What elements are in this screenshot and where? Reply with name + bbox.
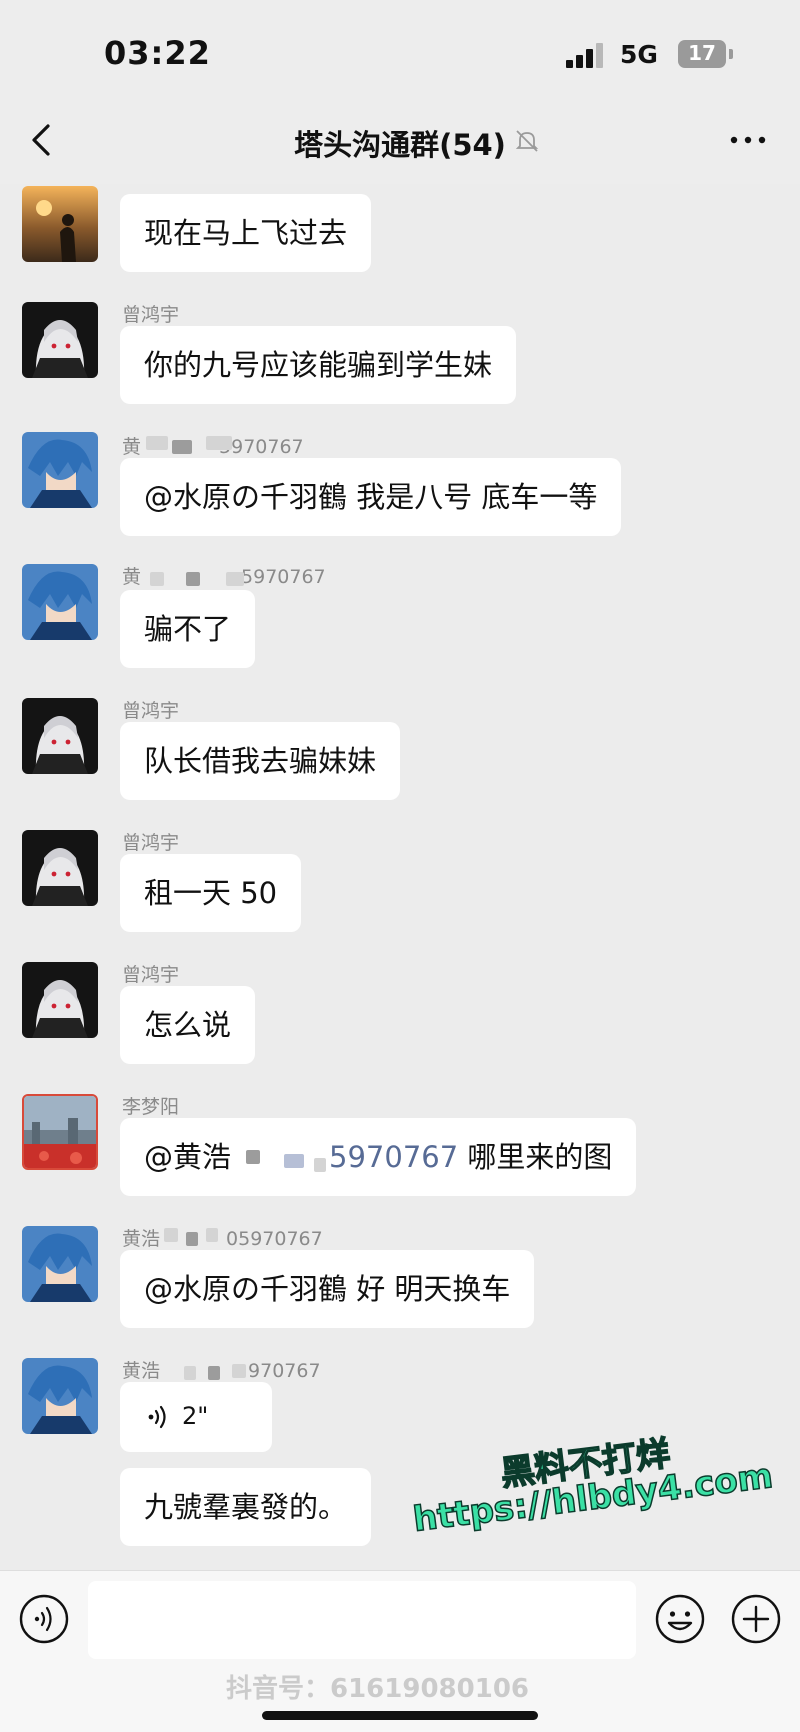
redaction-block xyxy=(208,1366,220,1380)
more-options-button[interactable] xyxy=(724,120,772,160)
redaction-block xyxy=(164,1228,178,1242)
network-type: 5G xyxy=(620,40,658,69)
redaction-block xyxy=(246,1150,260,1164)
avatar-anime-blue[interactable] xyxy=(22,1358,98,1434)
redaction-block xyxy=(284,1154,304,1168)
voice-mode-icon xyxy=(19,1594,69,1644)
watermark-tiktok: 抖音号：61619080106 xyxy=(226,1674,529,1704)
avatar-anime-blue[interactable] xyxy=(22,1226,98,1302)
avatar-anime-dark[interactable] xyxy=(22,302,98,378)
voice-message-bubble[interactable]: 2" xyxy=(120,1382,272,1452)
plus-circle-icon xyxy=(731,1594,781,1644)
message-bubble[interactable]: 队长借我去骗妹妹 xyxy=(120,722,401,800)
message-bubble[interactable]: 怎么说 xyxy=(120,986,256,1064)
more-functions-button[interactable] xyxy=(730,1593,782,1645)
redaction-block xyxy=(232,1364,246,1378)
message-bubble[interactable]: 现在马上飞过去 xyxy=(120,194,372,272)
message-list[interactable]: 现在马上飞过去 曾鸿宇 你的九号应该能骗到学生妹 黄 5970767 @水原の千羽… xyxy=(0,170,800,1570)
message-input[interactable] xyxy=(88,1581,636,1659)
redaction-block xyxy=(184,1366,196,1380)
voice-duration: 2" xyxy=(182,1402,209,1430)
sender-name: 曾鸿宇 xyxy=(122,700,180,722)
message-bubble[interactable]: @水原の千羽鶴 我是八号 底车一等 xyxy=(120,458,622,536)
redaction-block xyxy=(206,436,232,450)
sender-name: 曾鸿宇 xyxy=(122,964,180,986)
redaction-block xyxy=(146,436,168,450)
sender-name: 李梦阳 xyxy=(122,1096,180,1118)
smiley-icon xyxy=(655,1594,705,1644)
message-bubble[interactable]: @黄浩 5970767 哪里来的图 xyxy=(120,1118,637,1196)
redaction-block xyxy=(186,1232,198,1246)
avatar-anime-dark[interactable] xyxy=(22,698,98,774)
message-bubble[interactable]: 九號羣裏發的。 xyxy=(120,1468,372,1546)
sender-name: 曾鸿宇 xyxy=(122,832,180,854)
status-time: 03:22 xyxy=(104,34,211,72)
sender-name: 黄浩 970767 xyxy=(122,1360,321,1382)
avatar-sunset[interactable] xyxy=(22,186,98,262)
avatar-anime-dark[interactable] xyxy=(22,830,98,906)
redaction-block xyxy=(172,440,192,454)
redaction-block xyxy=(186,572,200,586)
redaction-block xyxy=(314,1158,326,1172)
cellular-signal-icon xyxy=(566,42,606,68)
message-bubble[interactable]: @水原の千羽鶴 好 明天换车 xyxy=(120,1250,535,1328)
sender-name: 曾鸿宇 xyxy=(122,304,180,326)
emoji-button[interactable] xyxy=(654,1593,706,1645)
status-bar: 03:22 5G 17 xyxy=(0,0,800,100)
voice-wave-icon xyxy=(148,1405,166,1429)
redaction-block xyxy=(226,572,244,586)
battery-tip xyxy=(729,49,733,59)
bell-muted-icon xyxy=(515,130,539,152)
redaction-block xyxy=(150,572,164,586)
mention-link[interactable]: 5970767 xyxy=(329,1140,458,1174)
avatar-cityscape[interactable] xyxy=(22,1094,98,1170)
redaction-block xyxy=(206,1228,218,1242)
battery-icon: 17 xyxy=(678,40,726,68)
message-bubble[interactable]: 租一天 50 xyxy=(120,854,302,932)
voice-input-button[interactable] xyxy=(18,1593,70,1645)
avatar-anime-dark[interactable] xyxy=(22,962,98,1038)
battery-level: 17 xyxy=(688,41,716,65)
avatar-anime-blue[interactable] xyxy=(22,432,98,508)
home-indicator[interactable] xyxy=(262,1711,538,1720)
message-bubble[interactable]: 骗不了 xyxy=(120,590,256,668)
chat-screen: 03:22 5G 17 塔头沟通群(54) 现在马上飞过去 曾鸿宇 你的九号应该… xyxy=(0,0,800,1732)
avatar-anime-blue[interactable] xyxy=(22,564,98,640)
more-dots-icon xyxy=(730,136,766,144)
sender-name: 黄浩 05970767 xyxy=(122,1228,323,1250)
chat-title: 塔头沟通群(54) xyxy=(294,128,506,162)
message-bubble[interactable]: 你的九号应该能骗到学生妹 xyxy=(120,326,517,404)
input-bar xyxy=(0,1570,800,1732)
